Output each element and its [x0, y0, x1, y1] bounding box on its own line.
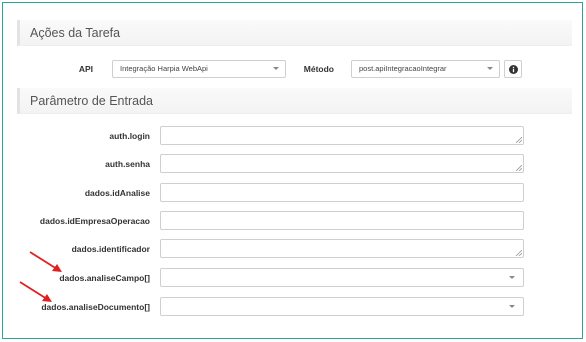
- dados-idempresaoperacao-input[interactable]: [160, 211, 524, 230]
- param-label-dados-idanalise: dados.idAnalise: [84, 188, 150, 198]
- task-config-panel: Ações da Tarefa API Integração Harpia We…: [2, 2, 583, 339]
- caret-down-icon: [509, 276, 515, 279]
- metodo-label: Método: [303, 64, 334, 74]
- resize-grip-icon[interactable]: [516, 165, 522, 171]
- dados-analisedocumento-select[interactable]: [160, 297, 524, 316]
- param-label-auth-login: auth.login: [109, 131, 150, 141]
- api-select[interactable]: Integração Harpia WebApi: [112, 60, 286, 78]
- caret-down-icon: [273, 67, 279, 70]
- metodo-select[interactable]: post.apiIntegracaoIntegrar: [351, 60, 500, 78]
- metodo-select-value: post.apiIntegracaoIntegrar: [359, 64, 447, 73]
- resize-grip-icon[interactable]: [516, 137, 522, 143]
- dados-idanalise-input[interactable]: [160, 183, 524, 202]
- caret-down-icon: [487, 67, 493, 70]
- section-title-parametro-entrada: Parâmetro de Entrada: [17, 88, 572, 114]
- api-select-value: Integração Harpia WebApi: [120, 64, 208, 73]
- api-label: API: [78, 64, 93, 74]
- info-button[interactable]: [504, 60, 522, 78]
- resize-grip-icon[interactable]: [516, 250, 522, 256]
- info-circle-icon: [509, 65, 518, 74]
- dados-analisecampo-select[interactable]: [160, 268, 524, 287]
- dados-identificador-textarea[interactable]: [160, 239, 524, 258]
- red-arrow-icon: [19, 281, 52, 302]
- param-label-dados-idempresaoperacao: dados.idEmpresaOperacao: [39, 216, 150, 226]
- red-arrow-icon: [29, 251, 62, 272]
- param-label-dados-analisedocumento: dados.analiseDocumento[]: [41, 302, 150, 312]
- auth-senha-textarea[interactable]: [160, 154, 524, 173]
- caret-down-icon: [509, 305, 515, 308]
- param-label-dados-identificador: dados.identificador: [71, 244, 150, 254]
- param-label-dados-analisecampo: dados.analiseCampo[]: [59, 273, 150, 283]
- auth-login-textarea[interactable]: [160, 126, 524, 145]
- section-title-acoes-tarefa: Ações da Tarefa: [17, 20, 572, 46]
- param-label-auth-senha: auth.senha: [105, 159, 150, 169]
